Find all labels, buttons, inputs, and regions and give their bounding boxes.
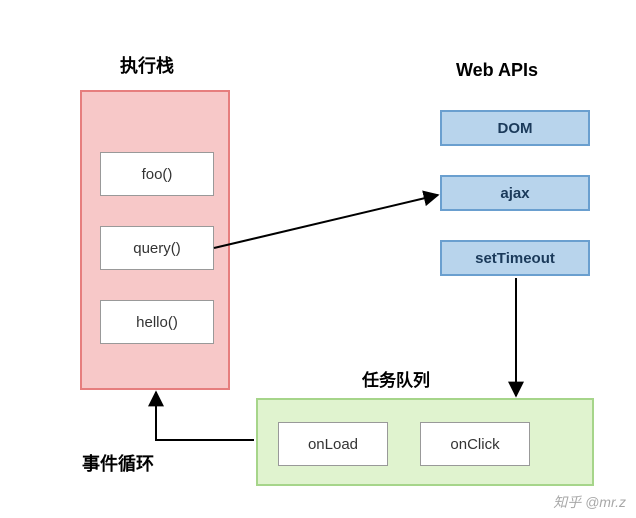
arrow-queue-to-stack bbox=[156, 392, 254, 440]
arrow-stack-to-ajax bbox=[214, 195, 438, 248]
task-onclick: onClick bbox=[420, 422, 530, 466]
webapi-settimeout: setTimeout bbox=[440, 240, 590, 276]
webapi-ajax: ajax bbox=[440, 175, 590, 211]
stack-frame-query: query() bbox=[100, 226, 214, 270]
event-loop-title: 事件循环 bbox=[82, 450, 154, 476]
call-stack-title: 执行栈 bbox=[120, 52, 174, 78]
stack-frame-hello: hello() bbox=[100, 300, 214, 344]
stack-frame-foo: foo() bbox=[100, 152, 214, 196]
task-queue-title: 任务队列 bbox=[362, 366, 430, 391]
watermark: 知乎 @mr.z bbox=[553, 492, 626, 512]
web-apis-title: Web APIs bbox=[456, 60, 538, 81]
call-stack-box: foo() query() hello() bbox=[80, 90, 230, 390]
task-onload: onLoad bbox=[278, 422, 388, 466]
webapi-dom: DOM bbox=[440, 110, 590, 146]
task-queue-box: onLoad onClick bbox=[256, 398, 594, 486]
